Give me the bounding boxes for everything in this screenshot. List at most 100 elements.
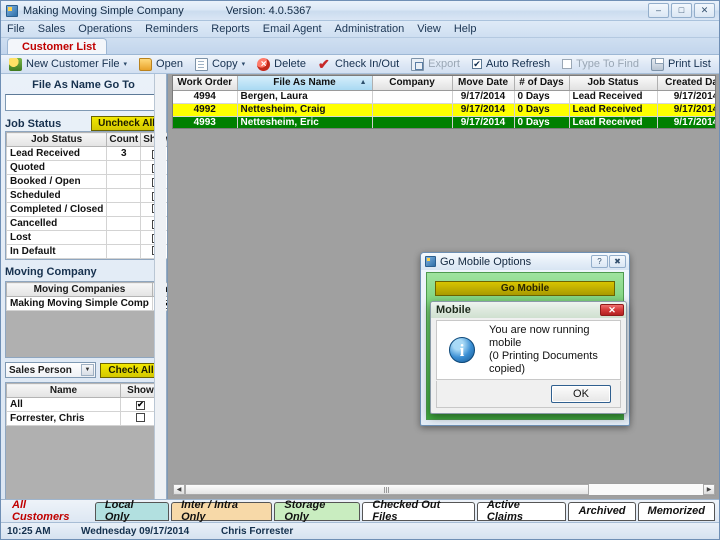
cell-num-days: 0 Days bbox=[514, 116, 570, 128]
menu-item-email-agent[interactable]: Email Agent bbox=[263, 23, 322, 35]
scrollbar-track[interactable] bbox=[185, 484, 703, 495]
datagrid-horizontal-scrollbar[interactable]: ◀ ▶ bbox=[172, 483, 716, 496]
menu-item-sales[interactable]: Sales bbox=[38, 23, 66, 35]
sales-person-select[interactable]: Sales Person ▼ bbox=[5, 362, 96, 378]
table-row[interactable]: In Default bbox=[5, 244, 173, 259]
bottom-tab-archived[interactable]: Archived bbox=[568, 501, 636, 521]
scrollbar-thumb[interactable] bbox=[185, 484, 590, 495]
col-file-as-name[interactable]: File As Name ▲ bbox=[237, 76, 373, 91]
checkbox-checked-icon[interactable]: ✔ bbox=[136, 400, 145, 410]
col-created-date[interactable]: Created Date bbox=[657, 76, 715, 91]
table-row[interactable]: Quoted ✔ bbox=[5, 160, 173, 175]
open-button[interactable]: Open bbox=[135, 56, 187, 73]
bottom-tab-active-claims[interactable]: Active Claims bbox=[476, 499, 567, 523]
table-row[interactable]: Scheduled ✔ bbox=[5, 188, 173, 203]
new-customer-dropdown-caret[interactable]: ▾ bbox=[124, 60, 128, 68]
table-row[interactable]: Forrester, Chris bbox=[6, 411, 161, 426]
table-row[interactable]: Lost ✔ bbox=[5, 230, 173, 245]
table-row[interactable]: Completed / Closed bbox=[5, 202, 173, 217]
cell-job-status: Lead Received bbox=[569, 103, 658, 117]
col-name[interactable]: Name bbox=[6, 383, 121, 398]
bottom-tab-inter-intra-only[interactable]: Inter / Intra Only bbox=[171, 499, 273, 523]
menu-item-view[interactable]: View bbox=[417, 23, 441, 35]
cell-work-order: 4994 bbox=[173, 90, 238, 104]
job-status-header-row: Job Status Uncheck All bbox=[5, 116, 162, 131]
cell-job-status: Lead Received bbox=[569, 90, 658, 104]
menu-item-operations[interactable]: Operations bbox=[78, 23, 132, 35]
copy-button[interactable]: Copy ▾ bbox=[191, 56, 249, 73]
table-row[interactable]: All ✔ bbox=[6, 397, 161, 412]
table-row[interactable]: Lead Received 3 ✔ bbox=[5, 146, 173, 161]
type-to-find-toggle[interactable]: Type To Find bbox=[558, 56, 643, 73]
cell-move-date: 9/17/2014 bbox=[452, 103, 515, 117]
checkbox-unchecked-icon[interactable] bbox=[136, 412, 145, 422]
copy-dropdown-caret[interactable]: ▾ bbox=[242, 60, 246, 68]
col-job-status[interactable]: Job Status bbox=[5, 132, 108, 147]
close-icon[interactable]: ✕ bbox=[600, 304, 624, 316]
cell-count bbox=[106, 244, 142, 259]
new-customer-file-button[interactable]: New Customer File ▾ bbox=[5, 56, 131, 73]
checkbox-unchecked-icon bbox=[562, 59, 573, 69]
uncheck-all-button[interactable]: Uncheck All bbox=[91, 116, 162, 131]
export-label: Export bbox=[428, 58, 460, 70]
bottom-tab-storage-only[interactable]: Storage Only bbox=[274, 499, 361, 523]
bottom-tab-all-customers[interactable]: All Customers bbox=[3, 499, 93, 523]
bottom-tab-local-only[interactable]: Local Only bbox=[94, 499, 170, 523]
message-line-1: You are now running mobile bbox=[489, 324, 590, 349]
cell-status: Booked / Open bbox=[5, 174, 108, 189]
go-mobile-dialog-buttons: ? ✖ bbox=[591, 255, 629, 268]
col-num-days[interactable]: # of Days bbox=[514, 76, 570, 91]
sales-person-grid: Name Show All ✔ Forrester, Chris bbox=[5, 382, 162, 502]
menu-item-help[interactable]: Help bbox=[454, 23, 477, 35]
cell-status: Scheduled bbox=[5, 188, 108, 203]
cell-status: Cancelled bbox=[5, 216, 108, 231]
col-company[interactable]: Company bbox=[372, 76, 453, 91]
close-button[interactable]: ✕ bbox=[694, 3, 715, 18]
mobile-message-dialog[interactable]: Mobile ✕ i You are now running mobile (0… bbox=[430, 301, 627, 414]
go-mobile-button[interactable]: Go Mobile bbox=[435, 281, 615, 296]
cell-created-date: 9/17/2014 bbox=[657, 116, 715, 128]
table-row[interactable]: 4992 Nettesheim, Craig 9/17/2014 0 Days … bbox=[173, 103, 715, 117]
col-count[interactable]: Count bbox=[106, 132, 142, 147]
cell-status: Quoted bbox=[5, 160, 108, 175]
table-row[interactable]: Cancelled ✔ bbox=[5, 216, 173, 231]
menu-item-administration[interactable]: Administration bbox=[335, 23, 405, 35]
col-moving-companies[interactable]: Moving Companies bbox=[6, 282, 153, 297]
check-all-button[interactable]: Check All bbox=[100, 362, 162, 378]
table-row[interactable]: Booked / Open ✔ bbox=[5, 174, 173, 189]
tab-customer-list[interactable]: Customer List bbox=[7, 38, 107, 54]
file-as-name-goto-input[interactable] bbox=[5, 94, 162, 111]
check-in-out-button[interactable]: ✔ Check In/Out bbox=[314, 56, 403, 73]
table-row[interactable]: 4993 Nettesheim, Eric 9/17/2014 0 Days L… bbox=[173, 116, 715, 128]
print-list-label: Print List bbox=[667, 58, 711, 70]
menu-item-reports[interactable]: Reports bbox=[211, 23, 250, 35]
print-list-button[interactable]: Print List bbox=[647, 56, 715, 73]
mobile-dialog-message: You are now running mobile (0 Printing D… bbox=[489, 324, 620, 376]
chevron-down-icon[interactable]: ▼ bbox=[81, 364, 94, 376]
scroll-right-button[interactable]: ▶ bbox=[703, 484, 715, 495]
cell-company bbox=[372, 103, 453, 117]
status-time: 10:25 AM bbox=[7, 525, 51, 537]
col-work-order[interactable]: Work Order bbox=[173, 76, 238, 91]
maximize-button[interactable]: □ bbox=[671, 3, 692, 18]
delete-button[interactable]: Delete bbox=[253, 56, 310, 73]
menu-item-file[interactable]: File bbox=[7, 23, 25, 35]
sidebar-vertical-scrollbar[interactable] bbox=[154, 74, 166, 499]
col-move-date[interactable]: Move Date bbox=[452, 76, 515, 91]
col-job-status[interactable]: Job Status bbox=[569, 76, 658, 91]
sales-person-selected-value: Sales Person bbox=[9, 364, 72, 376]
help-button[interactable]: ? bbox=[591, 255, 608, 268]
bottom-tab-checked-out-files[interactable]: Checked Out Files bbox=[362, 499, 475, 523]
table-row[interactable]: 4994 Bergen, Laura 9/17/2014 0 Days Lead… bbox=[173, 90, 715, 104]
scroll-left-button[interactable]: ◀ bbox=[173, 484, 185, 495]
go-mobile-dialog-title: Go Mobile Options bbox=[440, 255, 532, 268]
export-button[interactable]: Export bbox=[407, 56, 464, 73]
auto-refresh-toggle[interactable]: ✔ Auto Refresh bbox=[468, 56, 554, 73]
app-window-icon bbox=[425, 256, 436, 267]
bottom-tab-memorized[interactable]: Memorized bbox=[637, 501, 715, 521]
close-icon[interactable]: ✖ bbox=[609, 255, 626, 268]
ok-button[interactable]: OK bbox=[551, 385, 611, 403]
job-status-header: Job Status Count Show bbox=[5, 132, 173, 147]
minimize-button[interactable]: – bbox=[648, 3, 669, 18]
menu-item-reminders[interactable]: Reminders bbox=[145, 23, 198, 35]
